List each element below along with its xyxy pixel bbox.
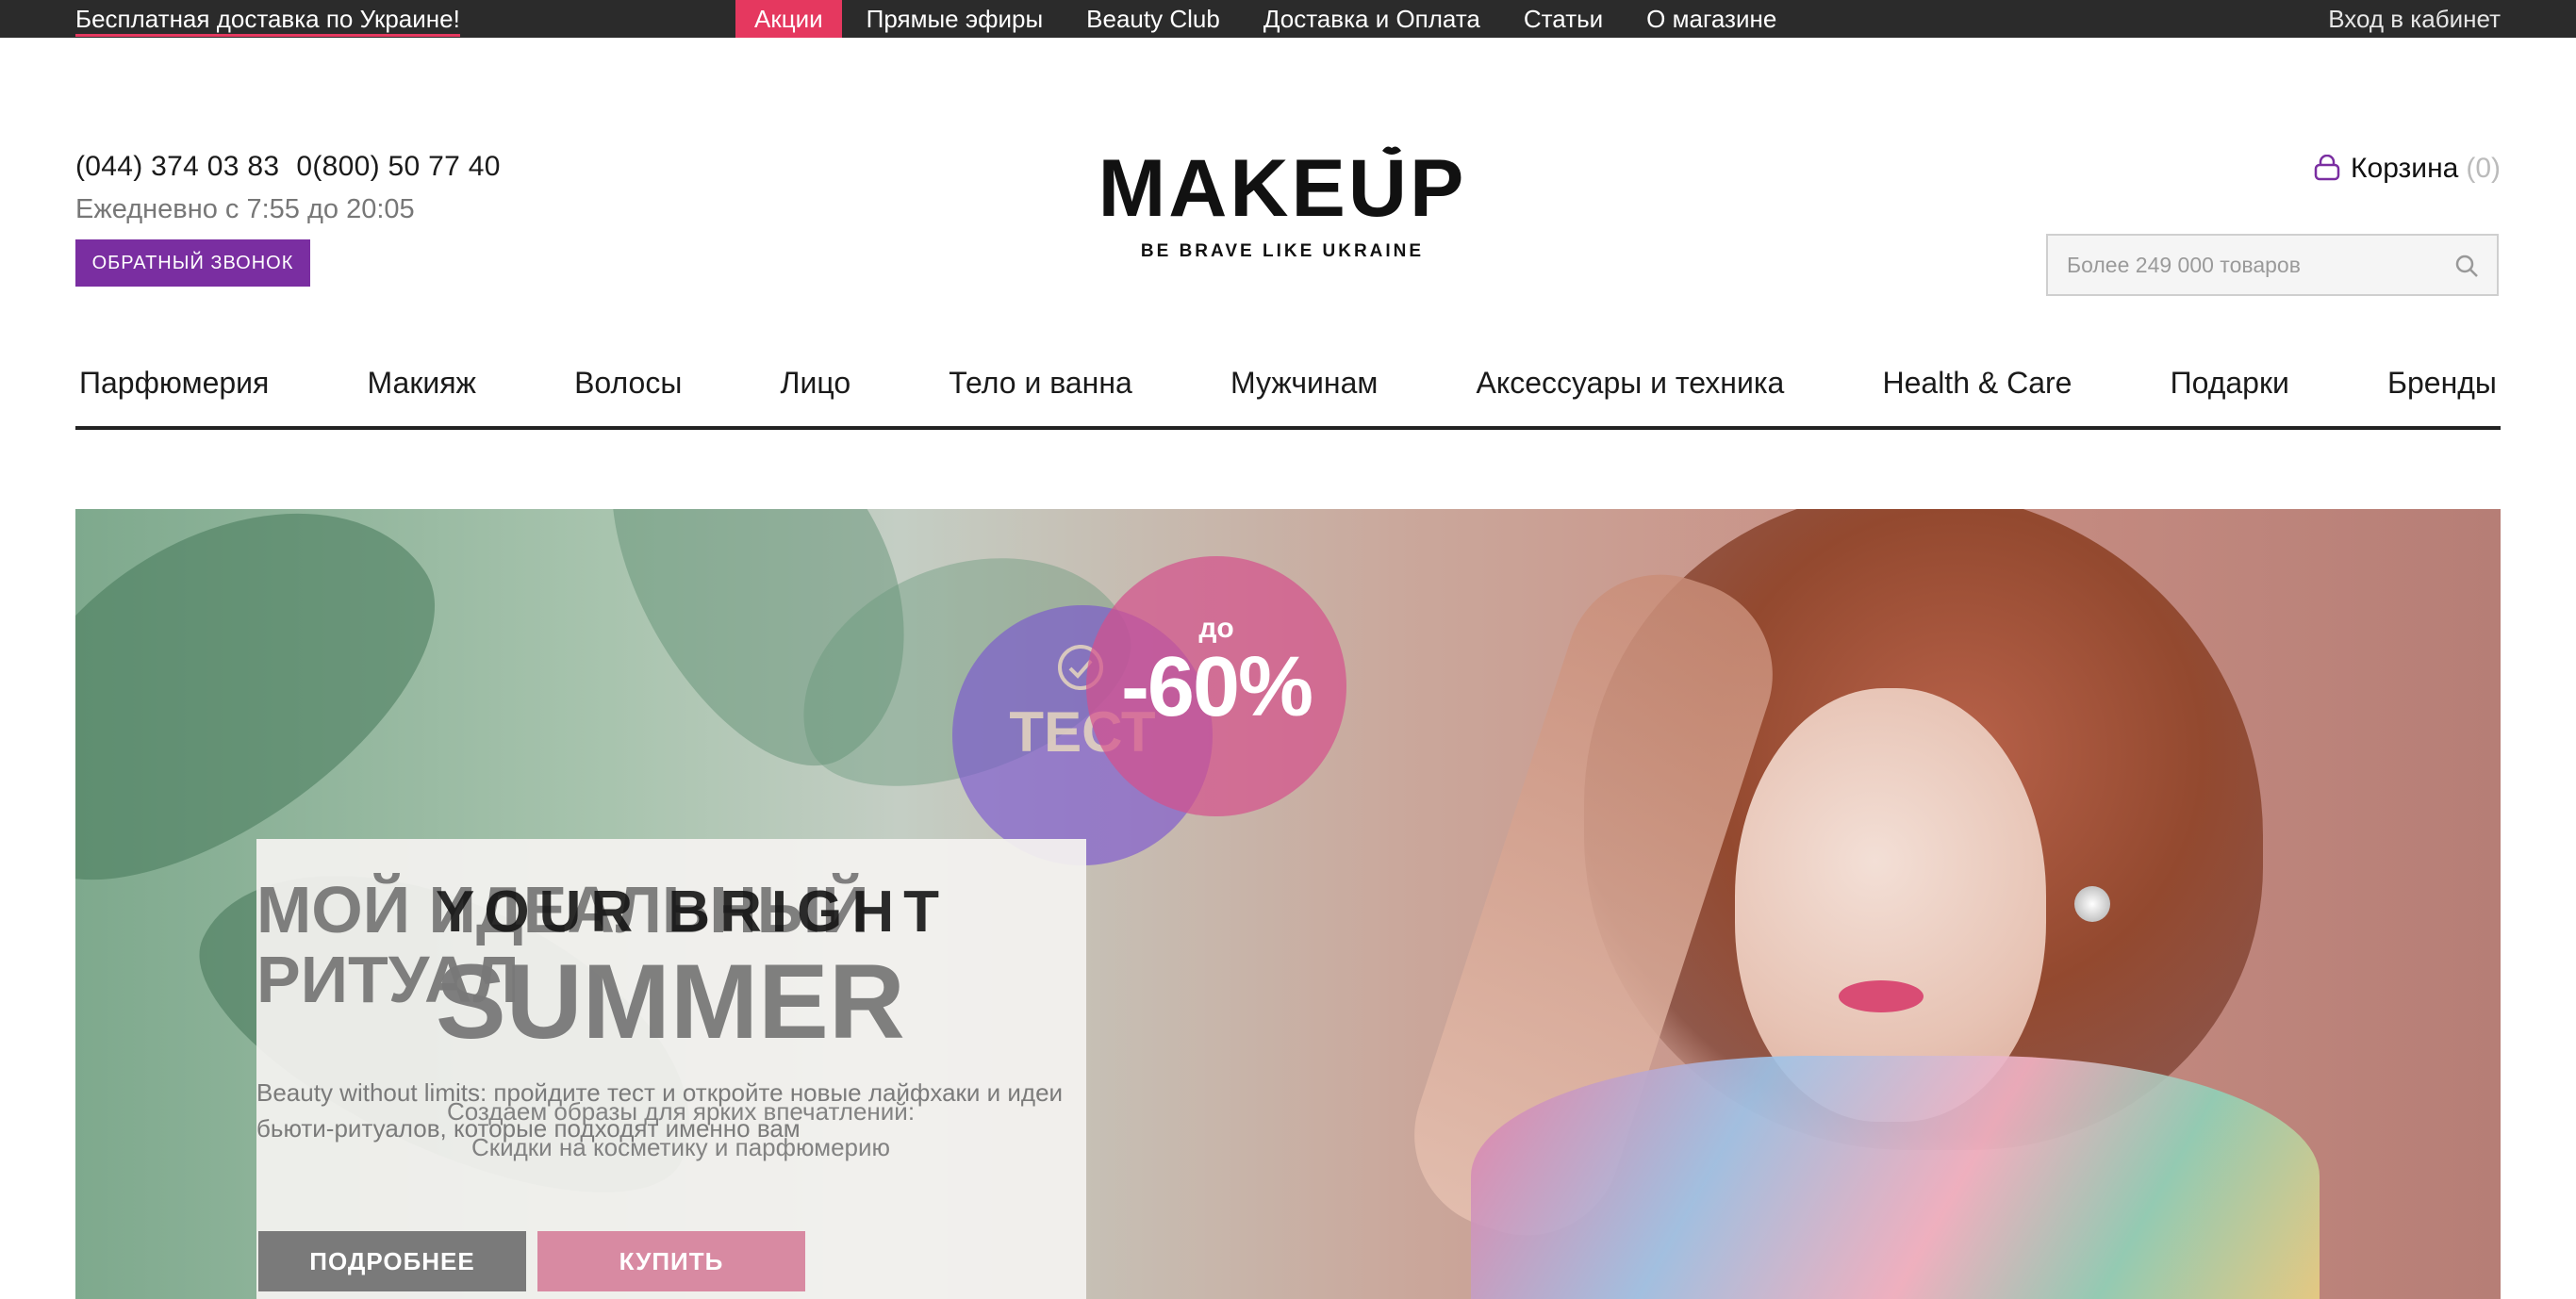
buy-button[interactable]: КУПИТЬ	[537, 1231, 805, 1291]
model-earring	[2074, 886, 2110, 922]
category-makeup[interactable]: Макияж	[368, 366, 476, 401]
cart-label: Корзина	[2351, 153, 2459, 184]
category-men[interactable]: Мужчинам	[1230, 366, 1378, 401]
category-perfume[interactable]: Парфюмерия	[79, 366, 269, 401]
top-bar: Бесплатная доставка по Украине! Акции Пр…	[0, 0, 2576, 38]
banner-text-card: МОЙ ИДЕАЛЬНЫЙ РИТУАЛ YOUR BRIGHT SUMMER …	[256, 839, 1086, 1299]
logo-lips-icon	[1382, 146, 1401, 155]
cart-link[interactable]: Корзина (0)	[2313, 153, 2501, 185]
top-nav-articles[interactable]: Статьи	[1505, 0, 1622, 38]
category-body-bath[interactable]: Тело и ванна	[949, 366, 1132, 401]
category-nav: Парфюмерия Макияж Волосы Лицо Тело и ван…	[75, 349, 2501, 430]
search-box	[2046, 234, 2499, 296]
phone-2[interactable]: 0(800) 50 77 40	[296, 151, 500, 182]
top-nav-promo[interactable]: Акции	[735, 0, 842, 38]
model-lips	[1839, 980, 1924, 1012]
site-logo[interactable]: MAKEUP BE BRAVE LIKE UKRAINE	[1075, 141, 1490, 264]
phone-1[interactable]: (044) 374 03 83	[75, 151, 279, 182]
banner-title-your-bright: YOUR BRIGHT	[436, 880, 949, 945]
logo-wordmark: MAKEUP	[1098, 143, 1467, 234]
banner-desc-summer: Создаем образы для ярких впечатлений: Ск…	[446, 1097, 916, 1161]
category-accessories[interactable]: Аксессуары и техника	[1477, 366, 1785, 401]
category-brands[interactable]: Бренды	[2387, 366, 2497, 401]
hero-banner[interactable]: ТЕСТ до -60% МОЙ ИДЕАЛЬНЫЙ РИТУАЛ YOUR B…	[75, 509, 2501, 1299]
login-link[interactable]: Вход в кабинет	[2328, 0, 2501, 38]
working-hours: Ежедневно с 7:55 до 20:05	[75, 194, 415, 224]
logo-tagline: BE BRAVE LIKE UKRAINE	[1140, 241, 1425, 261]
model-dress	[1471, 1056, 2320, 1299]
category-face[interactable]: Лицо	[780, 366, 850, 401]
sale-badge[interactable]: до -60%	[1086, 556, 1346, 816]
cart-count: (0)	[2466, 153, 2501, 184]
top-nav-delivery[interactable]: Доставка и Оплата	[1245, 0, 1499, 38]
top-nav-live[interactable]: Прямые эфиры	[848, 0, 1063, 38]
sale-percent: -60%	[1120, 640, 1313, 734]
search-icon[interactable]	[2453, 253, 2480, 279]
phone-numbers: (044) 374 03 83 0(800) 50 77 40	[75, 151, 501, 183]
category-gifts[interactable]: Подарки	[2171, 366, 2289, 401]
free-delivery-link[interactable]: Бесплатная доставка по Украине!	[75, 0, 460, 38]
banner-title-summer: SUMMER	[436, 943, 905, 1061]
more-button[interactable]: ПОДРОБНЕЕ	[258, 1231, 526, 1291]
bag-icon	[2314, 155, 2340, 181]
callback-button[interactable]: ОБРАТНЫЙ ЗВОНОК	[75, 239, 310, 287]
top-nav: Акции Прямые эфиры Beauty Club Доставка …	[735, 0, 1801, 38]
category-health-care[interactable]: Health & Care	[1882, 366, 2072, 401]
banner-model-image	[1390, 509, 2320, 1299]
search-input[interactable]	[2067, 236, 2444, 294]
category-hair[interactable]: Волосы	[574, 366, 682, 401]
top-nav-beauty-club[interactable]: Beauty Club	[1067, 0, 1239, 38]
top-nav-about[interactable]: О магазине	[1627, 0, 1795, 38]
